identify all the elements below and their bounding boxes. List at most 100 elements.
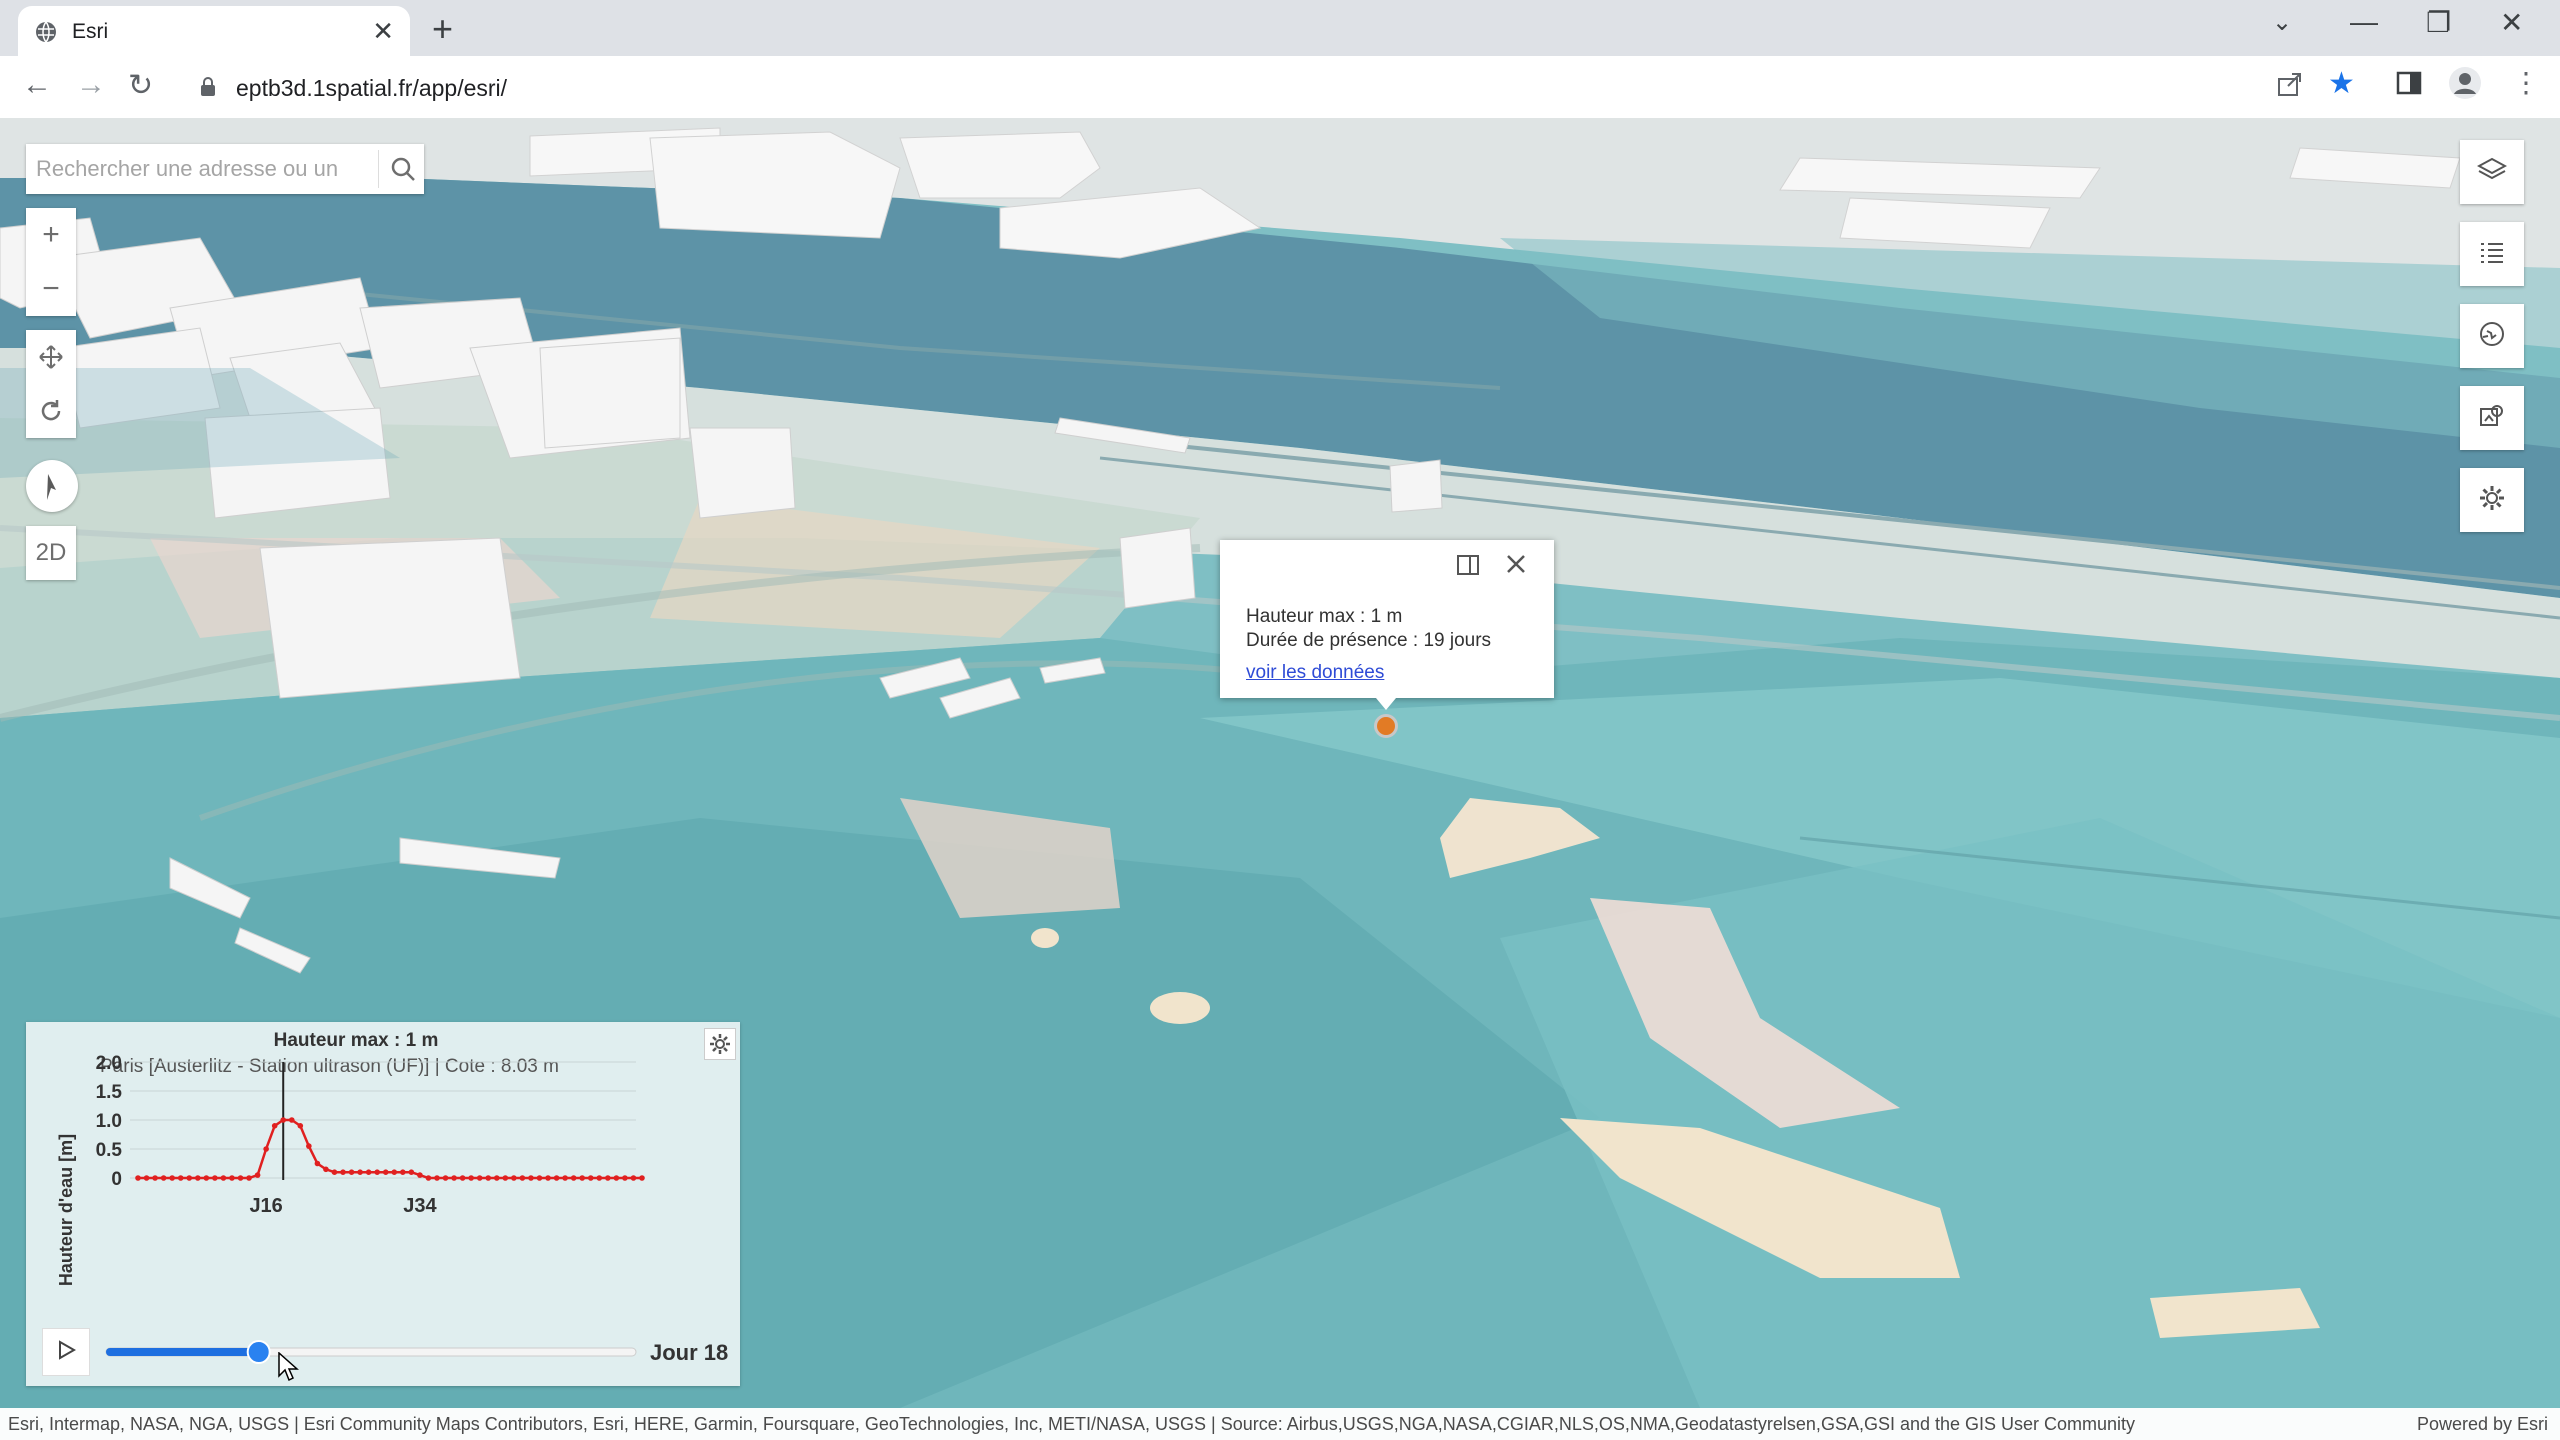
data-point (229, 1175, 235, 1181)
popup-duration: Durée de présence : 19 jours (1246, 630, 1492, 651)
data-point (468, 1175, 474, 1181)
data-point (186, 1175, 193, 1181)
data-point (545, 1175, 551, 1181)
legend-button[interactable] (2460, 222, 2524, 286)
data-point (143, 1175, 150, 1181)
daylight-button[interactable] (2460, 386, 2524, 450)
zoom-in-icon[interactable]: + (26, 208, 76, 262)
y-tick-label: 0 (111, 1169, 122, 1190)
share-icon[interactable] (2276, 70, 2304, 103)
settings-icon (2477, 483, 2507, 518)
tab-title: Esri (72, 20, 109, 43)
layers-icon (2476, 155, 2508, 190)
toggle-2d-button[interactable]: 2D (26, 526, 76, 580)
popup-pointer (1376, 698, 1396, 710)
forward-icon[interactable]: → (76, 68, 106, 102)
data-point (194, 1175, 201, 1181)
data-point (323, 1166, 329, 1173)
powered-by[interactable]: Powered by Esri (2417, 1414, 2548, 1435)
day-slider[interactable] (102, 1332, 662, 1372)
play-icon (55, 1339, 77, 1366)
minimize-icon[interactable]: — (2350, 6, 2378, 38)
profile-icon[interactable] (2448, 66, 2482, 105)
chevron-down-icon[interactable]: ⌄ (2272, 8, 2292, 37)
data-point (553, 1175, 560, 1181)
data-point (382, 1169, 389, 1175)
navigation-toggle (26, 330, 76, 438)
search-input[interactable]: Rechercher une adresse ou un (36, 156, 386, 182)
close-icon[interactable] (1504, 552, 1528, 581)
play-button[interactable] (42, 1328, 90, 1376)
hydrograph-chart: Hauteur d'eau [m] 2.0 1.5 1.0 0.5 0 J16 J34 (56, 1053, 645, 1286)
y-tick-label: 1.5 (96, 1082, 123, 1103)
attribution-text: Esri, Intermap, NASA, NGA, USGS | Esri C… (8, 1414, 2136, 1434)
data-point (135, 1175, 141, 1181)
layers-button[interactable] (2460, 140, 2524, 204)
address-bar: ← → ↻ eptb3d.1spatial.fr/app/esri/ ★ ⋮ (0, 56, 2560, 118)
data-point (357, 1169, 363, 1175)
data-point (408, 1169, 415, 1175)
data-point (271, 1123, 278, 1129)
hydrograph-panel: Hauteur max : 1 m Paris [Austerlitz - St… (26, 1022, 740, 1386)
slider-thumb[interactable] (246, 1340, 271, 1364)
data-point (622, 1175, 628, 1181)
globe-icon (34, 20, 58, 44)
data-point (519, 1175, 526, 1181)
plus-icon[interactable]: + (432, 8, 453, 50)
data-point (400, 1169, 406, 1175)
compass[interactable] (26, 460, 78, 512)
url-text: eptb3d.1spatial.fr/app/esri/ (236, 75, 508, 101)
data-point (203, 1175, 210, 1181)
data-point (587, 1175, 594, 1181)
data-point (613, 1175, 620, 1181)
data-point (212, 1175, 218, 1181)
star-icon[interactable]: ★ (2328, 66, 2355, 101)
back-icon[interactable]: ← (22, 68, 52, 102)
data-point (596, 1175, 603, 1181)
data-point (331, 1169, 338, 1175)
view-mode-toggle: 2D (26, 526, 76, 580)
menu-icon[interactable]: ⋮ (2512, 66, 2540, 99)
close-window-icon[interactable]: ✕ (2500, 6, 2523, 39)
compass-icon[interactable] (26, 460, 76, 514)
data-point (485, 1175, 492, 1181)
pan-icon[interactable] (26, 330, 76, 384)
data-point (502, 1175, 509, 1181)
close-icon[interactable]: ✕ (372, 16, 394, 47)
url-field[interactable]: eptb3d.1spatial.fr/app/esri/ (184, 65, 2224, 109)
lock-icon (200, 77, 216, 102)
data-point (511, 1175, 517, 1181)
browser-tab-strip: Esri ✕ + ⌄ — ❐ ✕ (0, 0, 2560, 56)
search-widget[interactable]: Rechercher une adresse ou un (26, 144, 424, 194)
daylight-icon (2477, 401, 2507, 436)
data-point (391, 1169, 398, 1175)
data-point (237, 1175, 244, 1181)
data-point (365, 1169, 372, 1175)
restore-icon[interactable]: ❐ (2426, 6, 2451, 39)
view-data-link[interactable]: voir les données (1246, 662, 1384, 684)
data-point (254, 1172, 261, 1178)
basemap-icon (2477, 319, 2507, 354)
y-tick-label: 2.0 (96, 1053, 122, 1074)
data-point (417, 1172, 423, 1178)
zoom-out-icon[interactable]: − (26, 262, 76, 316)
feature-popup: Hauteur max : 1 m Durée de présence : 19… (1220, 540, 1554, 698)
sidepanel-icon[interactable] (2396, 70, 2422, 101)
browser-tab[interactable]: Esri ✕ (18, 6, 410, 56)
data-point (177, 1175, 184, 1181)
settings-button[interactable] (2460, 468, 2524, 532)
data-point (570, 1175, 577, 1181)
rotate-icon[interactable] (26, 384, 76, 438)
search-icon[interactable] (390, 156, 416, 187)
map-view[interactable]: Rechercher une adresse ou un + − 2D Haut… (0, 118, 2560, 1408)
data-point (451, 1175, 457, 1181)
data-point (434, 1175, 440, 1181)
data-point (297, 1123, 304, 1129)
basemap-button[interactable] (2460, 304, 2524, 368)
data-point (152, 1175, 158, 1181)
data-point (579, 1175, 586, 1181)
dock-icon[interactable] (1456, 554, 1480, 581)
zoom-controls: + − (26, 208, 76, 316)
reload-icon[interactable]: ↻ (128, 68, 153, 103)
selected-point-marker[interactable] (1374, 714, 1398, 738)
